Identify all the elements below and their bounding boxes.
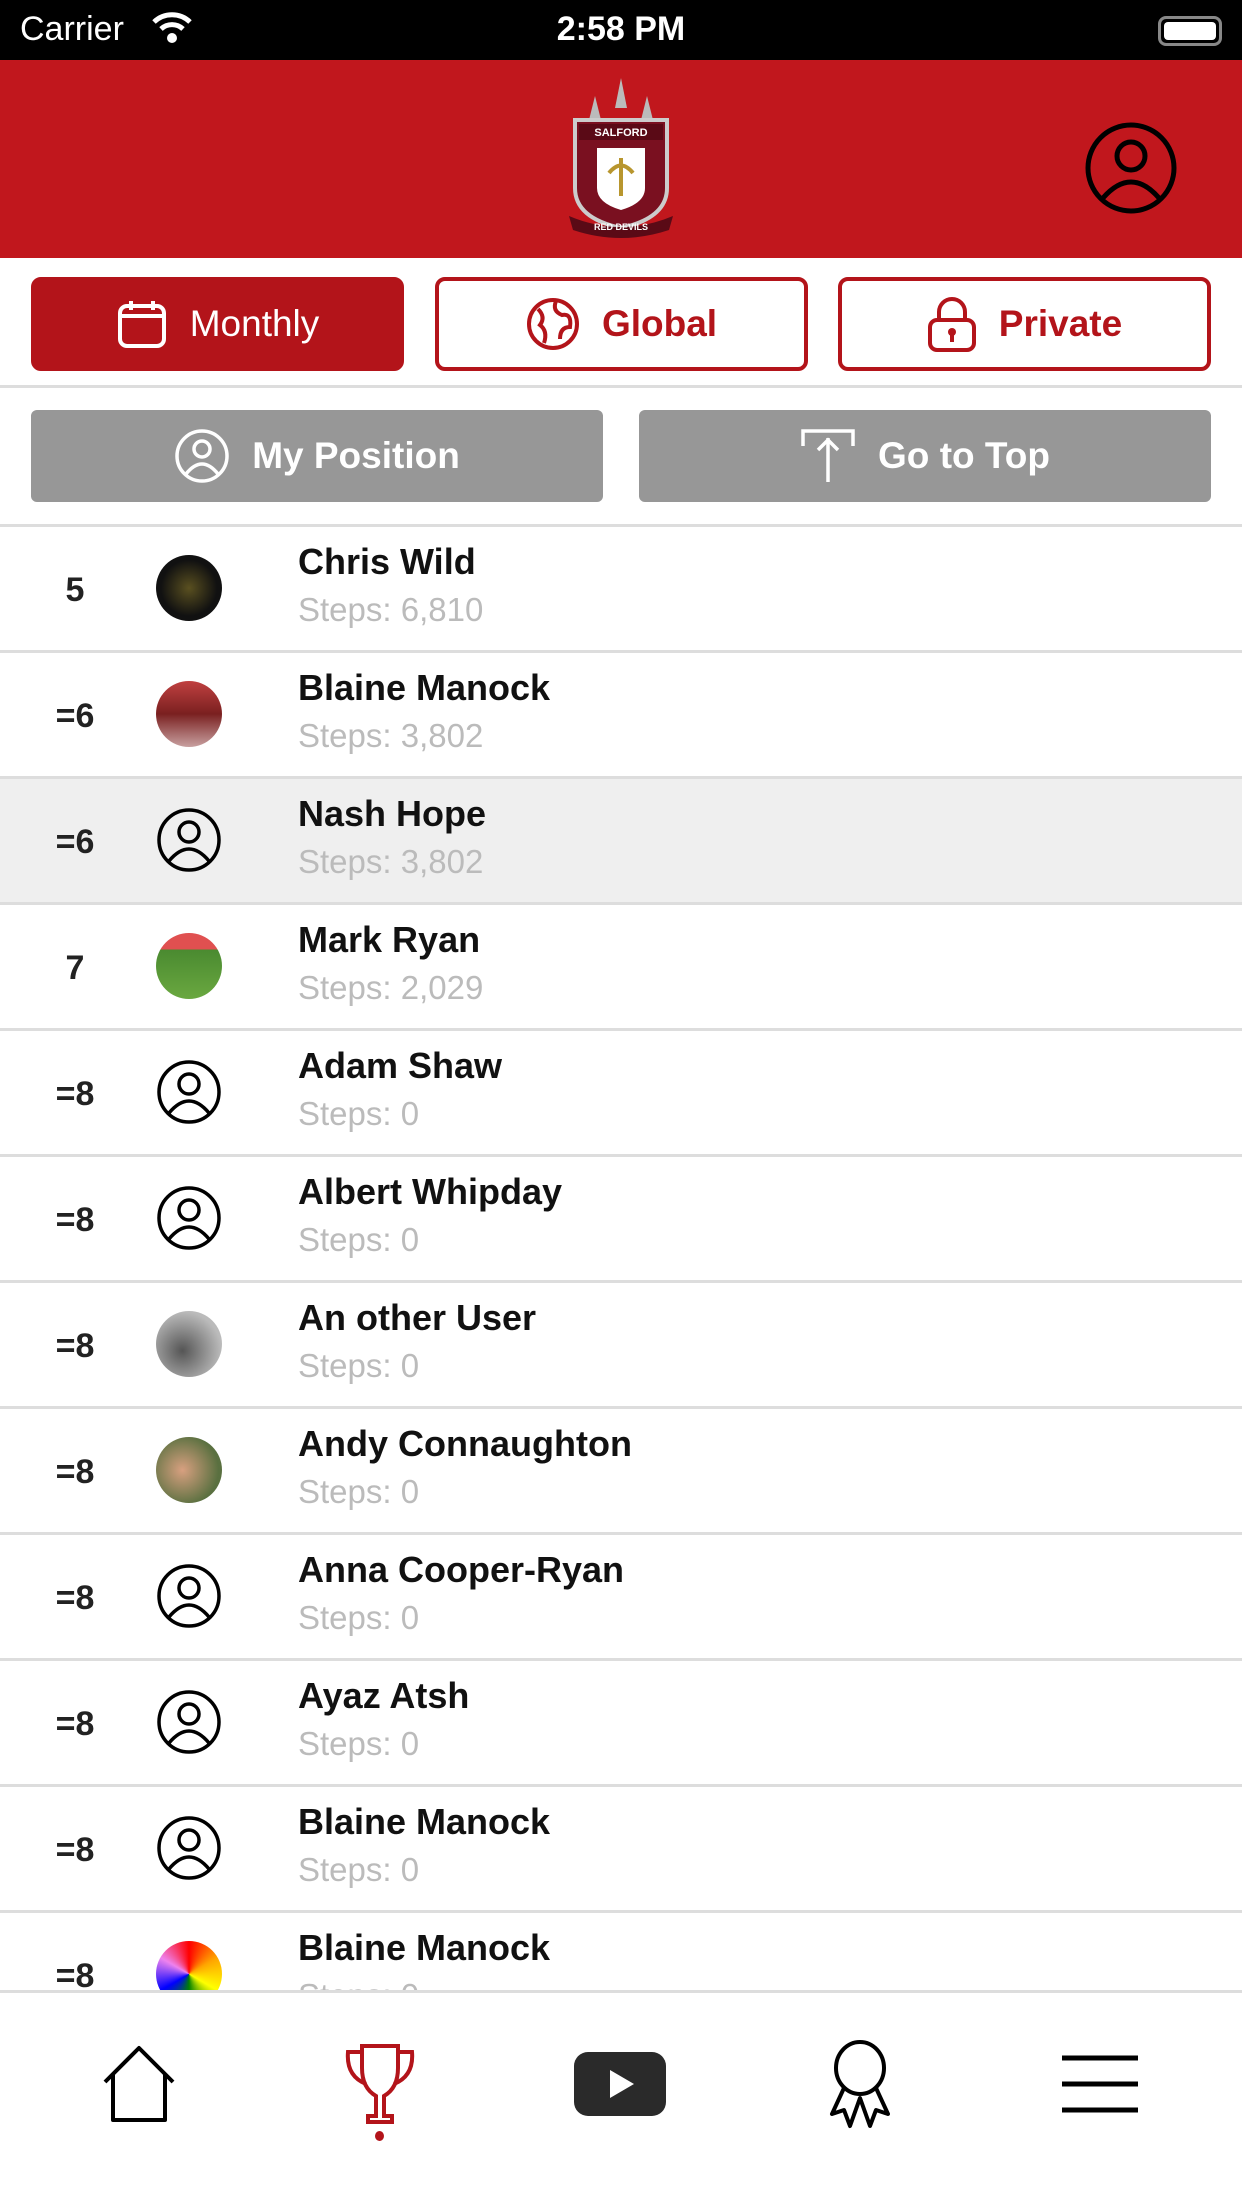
tab-home[interactable] (84, 2029, 194, 2139)
avatar (156, 933, 222, 999)
status-bar: Carrier 2:58 PM (0, 0, 1242, 60)
bottom-tab-bar (0, 1990, 1242, 2208)
user-name: Anna Cooper-Ryan (298, 1549, 625, 1590)
app-header: SALFORD RED DEVILS (0, 60, 1242, 258)
default-avatar-icon (157, 808, 221, 872)
clock: 2:58 PM (556, 10, 686, 48)
rank: =8 (55, 1957, 95, 1990)
table-row[interactable]: =6 Nash Hope Steps: 3,802 (0, 779, 1242, 905)
rank: =8 (55, 1453, 95, 1491)
step-count: Steps: 0 (298, 1347, 420, 1384)
calendar-icon (117, 301, 166, 348)
rank: 7 (65, 949, 85, 987)
battery-icon (1158, 16, 1222, 46)
leaderboard-list[interactable]: 5 Chris Wild Steps: 6,810 =6 Blaine Manock St… (0, 527, 1242, 1990)
default-avatar-icon (157, 1060, 221, 1124)
svg-text:RED DEVILS: RED DEVILS (594, 222, 648, 232)
user-name: An other User (298, 1297, 537, 1338)
avatar (156, 555, 222, 621)
tab-label: Private (998, 303, 1123, 344)
step-count: Steps: 3,802 (298, 843, 484, 880)
step-count: Steps: 0 (298, 1977, 419, 1990)
upload-arrow-icon (801, 429, 855, 482)
rank: =8 (55, 1579, 95, 1617)
user-name: Ayaz Atsh (298, 1675, 470, 1716)
rank: =8 (55, 1201, 95, 1239)
table-row[interactable]: =8 Adam Shaw Steps: 0 (0, 1031, 1242, 1157)
avatar (156, 1437, 222, 1503)
table-row[interactable]: =8 An other User Steps: 0 (0, 1283, 1242, 1409)
default-avatar-icon (157, 1816, 221, 1880)
tab-label: Global (601, 303, 718, 344)
trophy-icon (345, 2044, 415, 2124)
tab-label: Monthly (189, 303, 320, 344)
table-row[interactable]: =6 Blaine Manock Steps: 3,802 (0, 653, 1242, 779)
tab-monthly[interactable]: Monthly (31, 277, 404, 371)
svg-text:SALFORD: SALFORD (594, 127, 647, 139)
user-name: Chris Wild (298, 541, 476, 582)
table-row[interactable]: =8 Blaine Manock Steps: 0 (0, 1787, 1242, 1913)
menu-icon (1062, 2055, 1138, 2113)
active-tab-indicator (375, 2131, 384, 2141)
avatar (156, 1311, 222, 1377)
rank: =8 (55, 1705, 95, 1743)
rank: =6 (55, 823, 95, 861)
default-avatar-icon (157, 1690, 221, 1754)
step-count: Steps: 0 (298, 1851, 420, 1888)
profile-icon[interactable] (1085, 122, 1177, 214)
step-count: Steps: 0 (298, 1725, 420, 1762)
user-name: Blaine Manock (298, 1801, 551, 1842)
user-name: Blaine Manock (298, 667, 551, 708)
step-count: Steps: 0 (298, 1221, 420, 1258)
step-count: Steps: 0 (298, 1599, 420, 1636)
default-avatar-icon (157, 1564, 221, 1628)
award-ribbon-icon (830, 2040, 890, 2128)
table-row[interactable]: 7 Mark Ryan Steps: 2,029 (0, 905, 1242, 1031)
user-name: Nash Hope (298, 793, 487, 834)
tab-rewards[interactable] (805, 2029, 915, 2139)
lock-icon (927, 297, 976, 352)
user-name: Albert Whipday (298, 1171, 563, 1212)
table-row[interactable]: =8 Anna Cooper-Ryan Steps: 0 (0, 1535, 1242, 1661)
tab-leaderboard[interactable] (325, 2029, 435, 2139)
tab-global[interactable]: Global (435, 277, 808, 371)
step-count: Steps: 3,802 (298, 717, 484, 754)
user-name: Andy Connaughton (298, 1423, 632, 1464)
table-row[interactable]: =8 Blaine Manock Steps: 0 (0, 1913, 1242, 1990)
video-play-icon (574, 2052, 666, 2116)
home-icon (103, 2046, 175, 2122)
user-name: Adam Shaw (298, 1045, 503, 1086)
step-count: Steps: 0 (298, 1095, 420, 1132)
step-count: Steps: 2,029 (298, 969, 484, 1006)
table-row[interactable]: =8 Albert Whipday Steps: 0 (0, 1157, 1242, 1283)
tab-videos[interactable] (565, 2029, 675, 2139)
user-name: Mark Ryan (298, 919, 481, 960)
table-row[interactable]: 5 Chris Wild Steps: 6,810 (0, 527, 1242, 653)
go-to-top-button[interactable]: Go to Top (639, 410, 1211, 502)
rank: =8 (55, 1327, 95, 1365)
table-row[interactable]: =8 Ayaz Atsh Steps: 0 (0, 1661, 1242, 1787)
globe-icon (526, 298, 579, 350)
my-position-button[interactable]: My Position (31, 410, 603, 502)
rank: =8 (55, 1831, 95, 1869)
step-count: Steps: 0 (298, 1473, 420, 1510)
tab-private[interactable]: Private (838, 277, 1211, 371)
leaderboard-tabs: Monthly Global Private (0, 258, 1242, 388)
rank: =8 (55, 1075, 95, 1113)
user-name: Blaine Manock (298, 1927, 551, 1968)
rank: 5 (65, 571, 85, 609)
club-crest-logo: SALFORD RED DEVILS (569, 78, 673, 238)
action-bar: My Position Go to Top (0, 410, 1242, 527)
step-count: Steps: 6,810 (298, 591, 484, 628)
user-icon (175, 429, 229, 483)
go-to-top-label: Go to Top (878, 435, 1050, 476)
default-avatar-icon (157, 1186, 221, 1250)
avatar (156, 1941, 222, 1990)
rank: =6 (55, 697, 95, 735)
avatar (156, 681, 222, 747)
table-row[interactable]: =8 Andy Connaughton Steps: 0 (0, 1409, 1242, 1535)
my-position-label: My Position (252, 435, 460, 476)
tab-menu[interactable] (1045, 2029, 1155, 2139)
